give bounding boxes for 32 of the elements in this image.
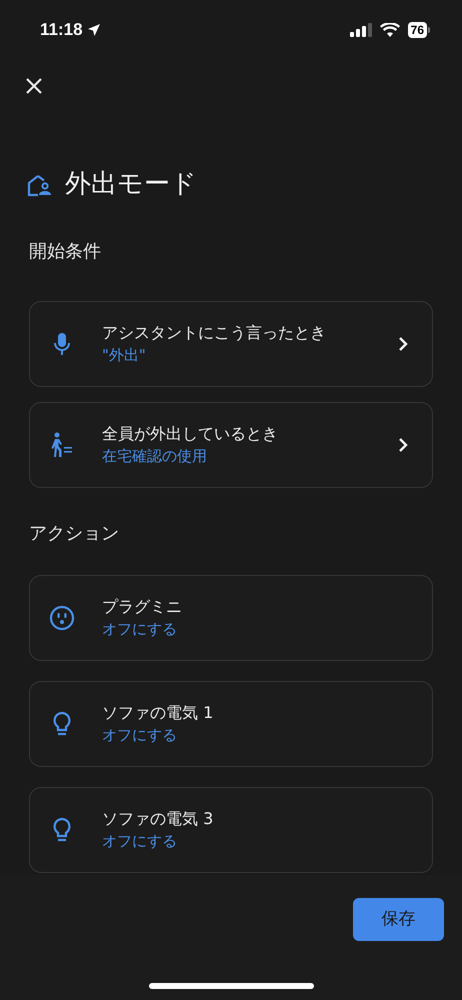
card-detail: オフにする xyxy=(102,831,178,852)
card-title: プラグミニ xyxy=(102,596,183,618)
page-title: 外出モード xyxy=(65,168,197,201)
outlet-icon xyxy=(49,605,75,631)
routine-card[interactable]: ソファの電気 1 オフにする xyxy=(29,681,433,767)
status-time: 11:18 xyxy=(40,19,83,42)
light-bulb-icon xyxy=(52,711,72,737)
home-person-icon xyxy=(27,172,53,196)
card-detail: オフにする xyxy=(102,725,178,746)
card-title: アシスタントにこう言ったとき xyxy=(102,322,327,344)
save-button[interactable]: 保存 xyxy=(353,898,444,941)
microphone-icon xyxy=(54,332,70,356)
light-bulb-icon xyxy=(52,817,72,843)
card-detail: "外出" xyxy=(102,345,147,366)
card-title: ソファの電気 1 xyxy=(102,702,214,724)
card-title: ソファの電気 3 xyxy=(102,808,214,830)
card-detail: オフにする xyxy=(102,619,178,640)
battery-indicator: 76 xyxy=(408,22,430,38)
close-icon xyxy=(25,77,43,95)
close-button[interactable] xyxy=(24,76,44,96)
routine-card[interactable]: 全員が外出しているとき 在宅確認の使用 xyxy=(29,402,433,488)
walking-person-icon xyxy=(50,432,74,458)
card-detail: 在宅確認の使用 xyxy=(102,446,208,467)
routine-card[interactable]: アシスタントにこう言ったとき "外出" xyxy=(29,301,433,387)
section-heading: アクション xyxy=(28,522,120,546)
routine-card[interactable]: ソファの電気 3 オフにする xyxy=(29,787,433,873)
wifi-icon xyxy=(380,23,400,37)
location-arrow-icon xyxy=(86,23,101,37)
signal-icon xyxy=(350,23,372,37)
section-heading: 開始条件 xyxy=(28,240,102,264)
card-title: 全員が外出しているとき xyxy=(102,423,279,445)
routine-card[interactable]: プラグミニ オフにする xyxy=(29,575,433,661)
